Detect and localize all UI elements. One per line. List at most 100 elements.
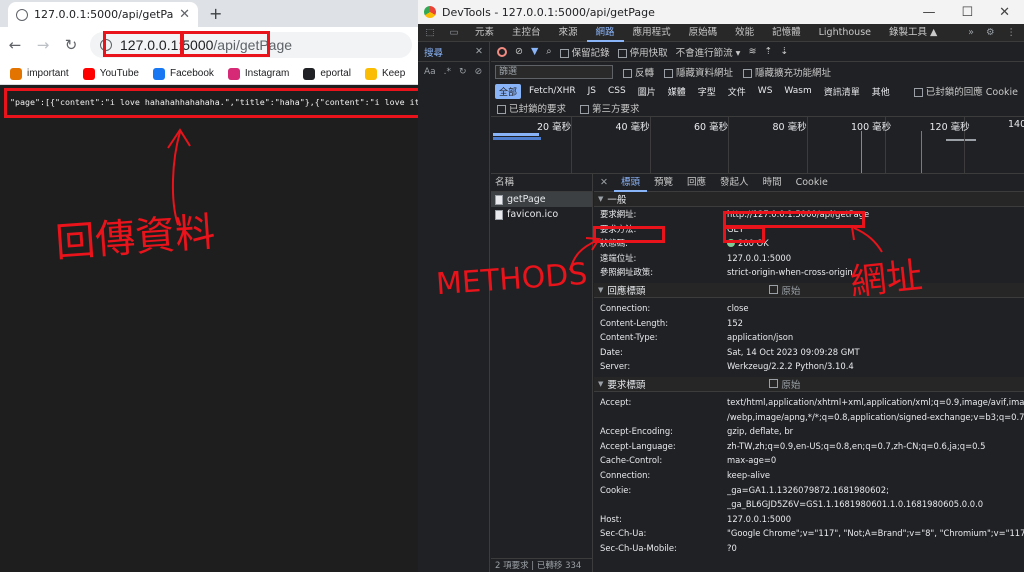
filter-input[interactable]: 篩選 xyxy=(495,65,613,79)
response-headers-section-header[interactable]: ▼ 回應標頭 原始 xyxy=(594,282,1024,298)
panel-tab[interactable]: 來源 xyxy=(550,24,587,42)
detail-tab[interactable]: Cookie xyxy=(789,174,835,192)
type-filter-button[interactable]: JS xyxy=(584,85,600,97)
detail-tab[interactable]: 時間 xyxy=(756,174,789,192)
forward-button[interactable]: → xyxy=(34,36,52,54)
export-icon[interactable]: ⇣ xyxy=(780,46,788,57)
header-value-text: Werkzeug/2.2.2 Python/3.10.4 xyxy=(727,361,854,372)
header-key: Host: xyxy=(600,513,622,524)
header-value: application/json xyxy=(727,330,1024,345)
inspect-element-icon[interactable]: ⬚ xyxy=(418,27,442,38)
detail-tab[interactable]: 標頭 xyxy=(614,174,648,192)
panel-tab[interactable]: 效能 xyxy=(726,24,763,42)
close-details-icon[interactable]: ✕ xyxy=(594,177,614,188)
raw-response-checkbox[interactable] xyxy=(769,285,779,295)
panel-tab[interactable]: 網路 xyxy=(586,24,624,42)
header-value: _ga=GA1.1.1326079872.1681980602; xyxy=(727,483,1024,498)
type-filter-button[interactable]: 圖片 xyxy=(634,84,660,99)
device-toolbar-icon[interactable]: ▭ xyxy=(442,27,466,38)
type-filter-button[interactable]: 媒體 xyxy=(664,84,690,99)
back-button[interactable]: ← xyxy=(6,36,24,54)
third-party-checkbox[interactable] xyxy=(580,105,590,114)
close-tab-icon[interactable]: ✕ xyxy=(179,7,190,22)
header-key: Content-Length: xyxy=(600,317,669,328)
type-filter-button[interactable]: CSS xyxy=(604,85,630,97)
bookmark-item[interactable]: YouTube xyxy=(82,67,139,80)
maximize-icon[interactable]: ☐ xyxy=(961,5,973,20)
more-tabs-icon[interactable]: » xyxy=(968,27,974,38)
bookmark-item[interactable]: eportal xyxy=(303,67,351,80)
clear-log-icon[interactable]: ⊘ xyxy=(515,46,523,57)
detail-tab[interactable]: 發起人 xyxy=(713,174,756,192)
settings-gear-icon[interactable]: ⚙ xyxy=(986,27,995,38)
header-key: 參照網址政策: xyxy=(600,267,654,278)
timeline-bar-getpage xyxy=(493,133,539,136)
bookmark-item[interactable]: Keep xyxy=(364,67,406,80)
new-tab-button[interactable]: + xyxy=(209,4,222,23)
hide-extension-urls-checkbox[interactable] xyxy=(743,69,753,78)
detail-tab[interactable]: 預覽 xyxy=(647,174,680,192)
type-filter-button[interactable]: 其他 xyxy=(868,84,894,99)
header-value-text: Sat, 14 Oct 2023 09:09:28 GMT xyxy=(727,346,860,357)
bookmark-label: Facebook xyxy=(169,68,214,79)
name-column-header[interactable]: 名稱 xyxy=(491,174,592,192)
detail-tab[interactable]: 回應 xyxy=(680,174,713,192)
panel-tab[interactable]: 原始碼 xyxy=(680,24,727,42)
panel-tab[interactable]: Lighthouse xyxy=(810,24,880,42)
import-icon[interactable]: ⇡ xyxy=(764,46,772,57)
type-filter-button[interactable]: 文件 xyxy=(724,84,750,99)
panel-tab[interactable]: 應用程式 xyxy=(624,24,680,42)
type-filter-button[interactable]: 資訊清單 xyxy=(820,84,864,99)
match-case-toggle[interactable]: Aa xyxy=(424,67,436,77)
regex-toggle[interactable]: .* xyxy=(444,67,451,77)
filter-icon[interactable]: ▼ xyxy=(531,46,538,57)
bookmark-item[interactable]: Facebook xyxy=(152,67,214,80)
minimize-icon[interactable]: — xyxy=(922,5,935,20)
type-filter-button[interactable]: 字型 xyxy=(694,84,720,99)
kebab-menu-icon[interactable]: ⋮ xyxy=(1007,27,1017,38)
throttling-select[interactable]: 不會進行節流 ▾ xyxy=(676,45,741,59)
request-row[interactable]: favicon.ico xyxy=(491,207,592,222)
type-filter-button[interactable]: Wasm xyxy=(780,85,815,97)
request-row[interactable]: getPage xyxy=(491,192,592,207)
reload-button[interactable]: ↻ xyxy=(62,36,80,54)
bookmark-item[interactable]: important xyxy=(10,67,69,80)
header-row: Sec-Ch-Ua-Mobile: ?0 xyxy=(594,541,1024,556)
hide-data-urls-checkbox[interactable] xyxy=(664,69,674,78)
panel-tab[interactable]: 元素 xyxy=(466,24,503,42)
close-drawer-icon[interactable]: ✕ xyxy=(475,46,483,57)
raw-request-checkbox[interactable] xyxy=(769,379,779,389)
header-value-text: 127.0.0.1:5000 xyxy=(727,513,792,524)
close-window-icon[interactable]: ✕ xyxy=(999,5,1010,20)
eportal-icon xyxy=(303,67,316,80)
panel-tab[interactable]: 主控台 xyxy=(503,24,550,42)
youtube-icon xyxy=(82,67,95,80)
clear-icon[interactable]: ⊘ xyxy=(475,67,483,77)
blocked-cookies-checkbox[interactable] xyxy=(913,88,923,97)
record-icon[interactable] xyxy=(497,46,507,57)
browser-tab[interactable]: 127.0.0.1:5000/api/getPage ✕ xyxy=(8,2,198,27)
type-filter-button[interactable]: WS xyxy=(754,85,777,97)
type-filter-button[interactable]: Fetch/XHR xyxy=(525,85,580,97)
bookmark-label: Instagram xyxy=(244,68,290,79)
bookmark-item[interactable]: Instagram xyxy=(227,67,290,80)
request-headers-section-header[interactable]: ▼ 要求標頭 原始 xyxy=(594,376,1024,392)
annotation-box-url xyxy=(723,211,865,228)
blocked-requests-checkbox[interactable] xyxy=(497,105,506,114)
general-section-header[interactable]: ▼ 一般 xyxy=(594,192,1024,207)
disable-cache-checkbox[interactable] xyxy=(617,48,627,58)
panel-tab[interactable]: 錄製工具 ▲ xyxy=(880,24,946,42)
refresh-icon[interactable]: ↻ xyxy=(459,67,467,77)
hide-extension-urls-label: 隱藏擴充功能網址 xyxy=(755,68,832,79)
timeline-overview[interactable]: 20 毫秒 40 毫秒 60 毫秒 80 毫秒 100 毫秒 120 毫秒 140 xyxy=(491,116,1024,174)
panel-tab[interactable]: 記憶體 xyxy=(763,24,810,42)
preserve-log-checkbox[interactable] xyxy=(559,48,569,58)
invert-checkbox[interactable] xyxy=(623,69,632,78)
type-filter-button[interactable]: 全部 xyxy=(495,83,522,99)
search-icon[interactable]: ⌕ xyxy=(546,46,551,57)
bookmark-label: Keep xyxy=(381,68,406,79)
search-drawer-title[interactable]: 搜尋 xyxy=(424,45,443,59)
wifi-icon[interactable]: ≋ xyxy=(748,46,756,57)
annotation-box-host xyxy=(103,31,183,57)
header-row: Content-Length: 152 xyxy=(594,316,1024,331)
